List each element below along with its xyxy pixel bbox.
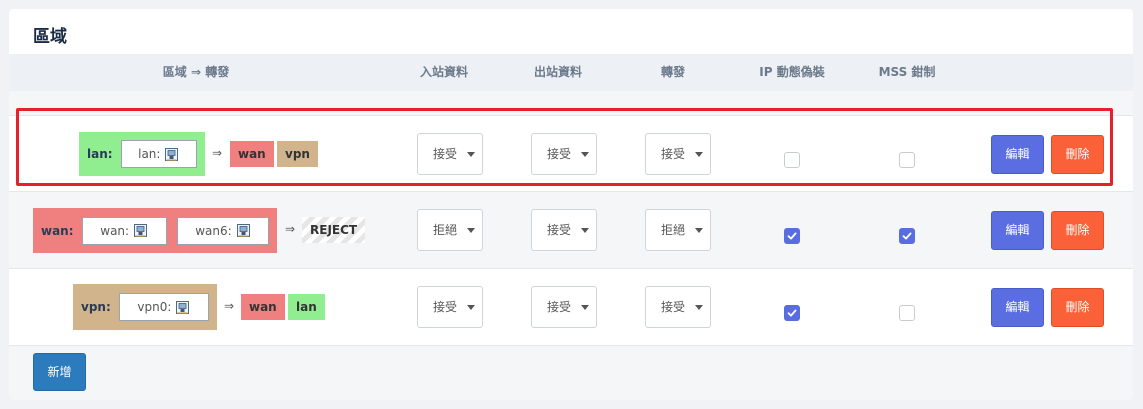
edit-button[interactable]: 編輯 [991, 135, 1044, 174]
delete-button[interactable]: 刪除 [1051, 135, 1104, 174]
output-policy-select[interactable]: 接受 [531, 133, 597, 175]
network-label: lan: [138, 147, 161, 161]
network-label: wan6: [195, 223, 232, 238]
network-box: wan6: [176, 216, 269, 245]
caret-down-icon [695, 228, 703, 233]
forward-policy-select[interactable]: 拒絕 [645, 209, 711, 251]
zones-card: 區域 區域 ⇒ 轉發 入站資料 出站資料 轉發 IP 動態偽裝 MSS 鉗制 l… [9, 9, 1133, 400]
network-label: wan: [100, 223, 130, 238]
forward-arrow: ⇒ [224, 299, 235, 313]
network-port-icon [133, 223, 148, 238]
select-value: 接受 [661, 300, 686, 314]
section-title: 區域 [33, 27, 67, 47]
input-policy-select[interactable]: 接受 [417, 286, 483, 328]
caret-down-icon [695, 305, 703, 310]
output-policy-select[interactable]: 接受 [531, 286, 597, 328]
header-forward: 轉發 [660, 65, 685, 79]
forward-policy-select[interactable]: 接受 [645, 286, 711, 328]
select-value: 拒絕 [433, 223, 458, 237]
network-box: lan: [120, 140, 197, 168]
zone-badge: lan: lan: [79, 132, 205, 176]
check-icon [787, 232, 797, 240]
dest-zone: vpn [277, 141, 318, 167]
select-value: 拒絕 [661, 223, 686, 237]
network-box: wan: [81, 216, 167, 245]
select-value: 接受 [547, 147, 572, 161]
check-icon [787, 309, 797, 317]
output-policy-select[interactable]: 接受 [531, 209, 597, 251]
dest-zone: wan [230, 141, 274, 167]
header-input: 入站資料 [419, 65, 468, 79]
header-mss: MSS 鉗制 [878, 65, 936, 79]
caret-down-icon [695, 152, 703, 157]
table-row: wan: wan: wan6: ⇒ REJECT 拒絕 接受 拒絕 編輯 刪除 [9, 191, 1133, 268]
caret-down-icon [467, 305, 475, 310]
caret-down-icon [467, 152, 475, 157]
dest-zone: lan [288, 294, 325, 320]
header-zone: 區域 ⇒ 轉發 [162, 65, 230, 79]
table-row: vpn: vpn0: ⇒ wan lan 接受 接受 接受 編輯 刪除 [9, 268, 1133, 345]
network-port-icon [175, 300, 190, 315]
zone-name: lan: [87, 147, 113, 161]
table-header: 區域 ⇒ 轉發 入站資料 出站資料 轉發 IP 動態偽裝 MSS 鉗制 [9, 54, 1133, 91]
table-spacer [9, 91, 1133, 115]
forward-arrow: ⇒ [212, 146, 223, 160]
select-value: 接受 [547, 223, 572, 237]
input-policy-select[interactable]: 接受 [417, 133, 483, 175]
forward-arrow: ⇒ [285, 222, 296, 236]
select-value: 接受 [433, 147, 458, 161]
zone-name: wan: [41, 223, 74, 238]
mss-checkbox[interactable] [899, 305, 915, 321]
mss-checkbox[interactable] [899, 228, 915, 244]
table-footer [9, 345, 1133, 400]
zone-badge: wan: wan: wan6: [33, 208, 277, 253]
header-output: 出站資料 [533, 65, 582, 79]
dest-zone: wan [241, 294, 285, 320]
masq-checkbox[interactable] [784, 228, 800, 244]
network-box: vpn0: [118, 293, 209, 321]
dest-zone: REJECT [302, 217, 366, 243]
table-row: lan: lan: ⇒ wan vpn 接受 接受 接受 編輯 刪除 [9, 115, 1133, 192]
caret-down-icon [581, 228, 589, 233]
edit-button[interactable]: 編輯 [991, 288, 1044, 327]
delete-button[interactable]: 刪除 [1051, 288, 1104, 327]
input-policy-select[interactable]: 拒絕 [417, 209, 483, 251]
masq-checkbox[interactable] [784, 305, 800, 321]
zone-name: vpn: [81, 300, 111, 314]
forward-policy-select[interactable]: 接受 [645, 133, 711, 175]
network-port-icon [164, 147, 179, 162]
delete-button[interactable]: 刪除 [1051, 211, 1104, 250]
check-icon [902, 232, 912, 240]
select-value: 接受 [661, 147, 686, 161]
zone-badge: vpn: vpn0: [73, 284, 217, 330]
masq-checkbox[interactable] [784, 152, 800, 168]
caret-down-icon [581, 305, 589, 310]
select-value: 接受 [433, 300, 458, 314]
network-label: vpn0: [137, 300, 172, 314]
caret-down-icon [581, 152, 589, 157]
network-port-icon [236, 223, 251, 238]
select-value: 接受 [547, 300, 572, 314]
mss-checkbox[interactable] [899, 152, 915, 168]
add-zone-button[interactable]: 新增 [33, 353, 86, 391]
header-masq: IP 動態偽裝 [759, 65, 825, 79]
caret-down-icon [467, 228, 475, 233]
edit-button[interactable]: 編輯 [991, 211, 1044, 250]
